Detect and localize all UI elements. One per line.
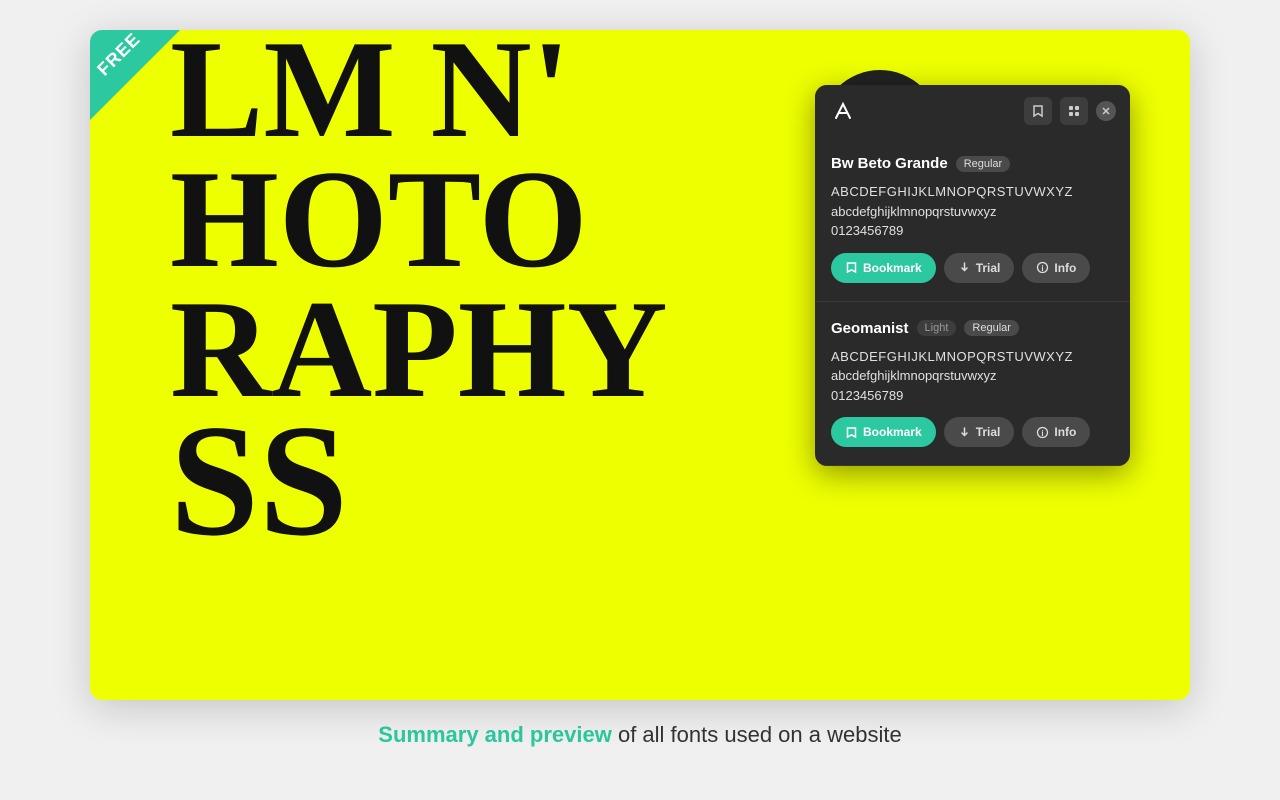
panel-header: [815, 85, 1130, 137]
font-entry-2: Geomanist Light Regular ABCDEFGHIJKLMNOP…: [815, 302, 1130, 467]
font-entry-2-header: Geomanist Light Regular: [831, 320, 1114, 337]
font-tag-1-regular: Regular: [956, 156, 1011, 172]
big-text-line-4: SS: [170, 400, 348, 560]
yellow-background: FREE LM N' HOTO RAPHY SS: [90, 30, 1190, 700]
font-tag-2-light: Light: [917, 320, 957, 336]
font-preview-1: ABCDEFGHIJKLMNOPQRSTUVWXYZ abcdefghijklm…: [831, 182, 1114, 241]
font-preview-2-upper: ABCDEFGHIJKLMNOPQRSTUVWXYZ: [831, 347, 1114, 367]
grid-icon-btn[interactable]: [1060, 97, 1088, 125]
bookmark-icon-btn[interactable]: [1024, 97, 1052, 125]
font-preview-1-upper: ABCDEFGHIJKLMNOPQRSTUVWXYZ: [831, 182, 1114, 202]
caption-highlight: Summary and preview: [378, 722, 612, 747]
font-actions-2: Bookmark Trial i: [831, 417, 1114, 447]
trial-button-2[interactable]: Trial: [944, 417, 1015, 447]
info-button-1[interactable]: i Info: [1022, 253, 1090, 283]
big-text-line-1: LM N': [170, 30, 571, 160]
info-button-2[interactable]: i Info: [1022, 417, 1090, 447]
font-preview-1-lower: abcdefghijklmnopqrstuvwxyz: [831, 202, 1114, 222]
font-tag-2-regular: Regular: [964, 320, 1019, 336]
panel-logo: [829, 97, 857, 125]
font-entry-1: Bw Beto Grande Regular ABCDEFGHIJKLMNOPQ…: [815, 137, 1130, 302]
bookmark-button-1[interactable]: Bookmark: [831, 253, 936, 283]
free-badge-text: FREE: [93, 30, 145, 80]
font-preview-2-nums: 0123456789: [831, 386, 1114, 406]
trial-button-1[interactable]: Trial: [944, 253, 1015, 283]
font-preview-1-nums: 0123456789: [831, 221, 1114, 241]
panel-content[interactable]: Bw Beto Grande Regular ABCDEFGHIJKLMNOPQ…: [815, 137, 1130, 466]
font-entry-1-header: Bw Beto Grande Regular: [831, 155, 1114, 172]
font-preview-2-lower: abcdefghijklmnopqrstuvwxyz: [831, 366, 1114, 386]
typography-display: LM N' HOTO RAPHY SS: [90, 30, 940, 700]
svg-text:i: i: [1042, 429, 1044, 438]
font-preview-2: ABCDEFGHIJKLMNOPQRSTUVWXYZ abcdefghijklm…: [831, 347, 1114, 406]
caption-rest: of all fonts used on a website: [612, 722, 902, 747]
page-caption: Summary and preview of all fonts used on…: [378, 722, 901, 748]
bookmark-button-2[interactable]: Bookmark: [831, 417, 936, 447]
font-actions-1: Bookmark Trial i: [831, 253, 1114, 283]
close-button[interactable]: [1096, 101, 1116, 121]
panel-header-icons: [1024, 97, 1116, 125]
svg-text:i: i: [1042, 264, 1044, 273]
font-name-2: Geomanist: [831, 320, 909, 337]
font-name-1: Bw Beto Grande: [831, 155, 948, 172]
font-panel: Bw Beto Grande Regular ABCDEFGHIJKLMNOPQ…: [815, 85, 1130, 466]
big-text-line-2: HOTO: [170, 150, 588, 290]
screenshot-area: FREE LM N' HOTO RAPHY SS: [90, 30, 1190, 700]
